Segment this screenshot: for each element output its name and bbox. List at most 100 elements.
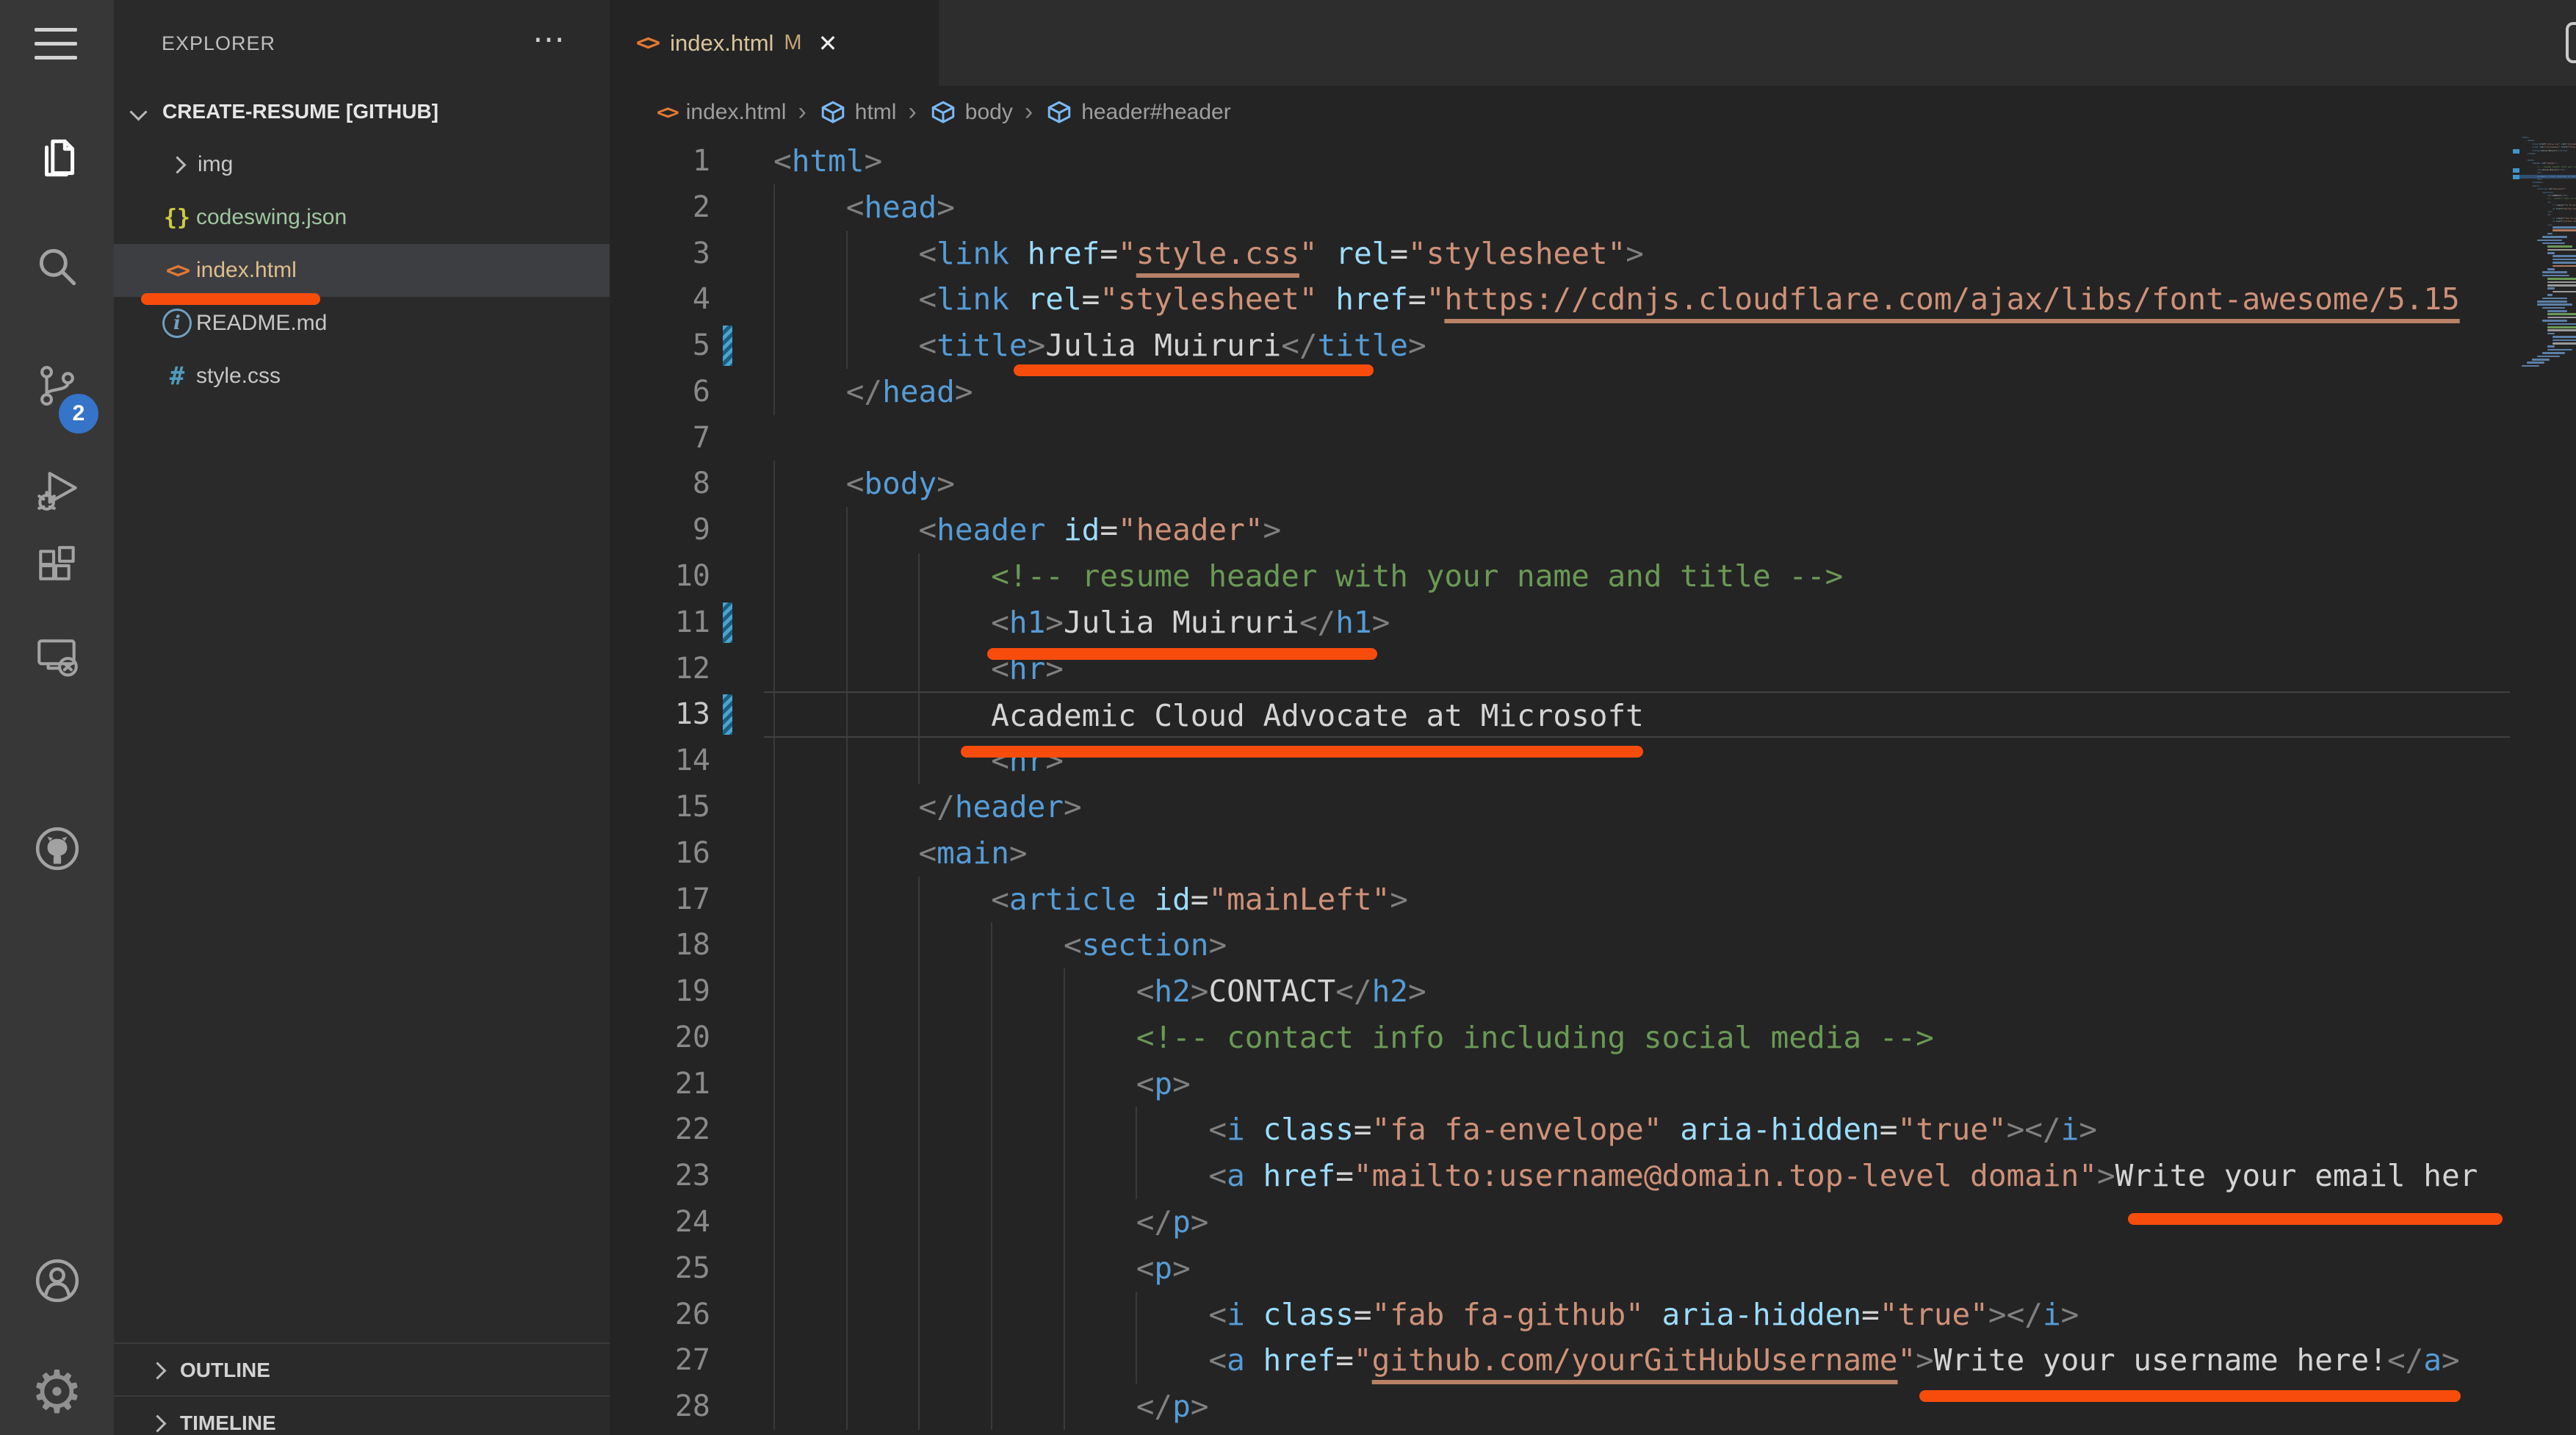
activity-item-explorer[interactable] <box>0 118 114 198</box>
close-icon[interactable]: ✕ <box>818 29 838 57</box>
code-line[interactable]: <!-- resume header with your name and ti… <box>764 553 2510 600</box>
minimap-line <box>2547 333 2555 335</box>
line-number[interactable]: 22 <box>610 1107 764 1153</box>
breadcrumb-item[interactable]: body <box>928 98 1013 127</box>
minimap-line <box>2522 365 2539 367</box>
code-line[interactable]: <i class="fa fa-envelope" aria-hidden="t… <box>764 1107 2510 1153</box>
line-number[interactable]: 26 <box>610 1292 764 1338</box>
line-number[interactable]: 18 <box>610 922 764 968</box>
activity-item-github[interactable] <box>0 808 114 889</box>
tree-item-style-css[interactable]: #style.css <box>114 350 610 403</box>
minimap[interactable]: <html> <head> <link href="style.css" rel… <box>2514 136 2576 650</box>
line-number[interactable]: 19 <box>610 968 764 1015</box>
tree-item-index-html[interactable]: <>index.htmlM <box>114 244 610 297</box>
code-line[interactable]: <p> <box>764 1061 2510 1107</box>
code-line[interactable]: Academic Cloud Advocate at Microsoft <box>764 691 2510 738</box>
editor-action-icon[interactable] <box>2566 22 2576 63</box>
line-number[interactable]: 1 <box>610 138 764 184</box>
code-line[interactable]: <a href="github.com/yourGitHubUsername">… <box>764 1337 2510 1384</box>
activity-item-run-debug[interactable] <box>0 450 114 531</box>
tree-root-folder[interactable]: CREATE-RESUME [GITHUB] <box>114 85 610 138</box>
line-number[interactable]: 9 <box>610 507 764 553</box>
minimap-line <box>2542 320 2567 322</box>
line-number[interactable]: 28 <box>610 1384 764 1430</box>
vscode-window: 2⚙ EXPLORER ⋯ CREATE-RESUME [GITHUB]img{… <box>0 0 2576 1435</box>
activity-item-search[interactable] <box>0 226 114 307</box>
code-line[interactable]: <head> <box>764 184 2510 231</box>
line-number[interactable]: 6 <box>610 369 764 415</box>
line-number[interactable]: 2 <box>610 184 764 231</box>
code-line[interactable]: <link rel="stylesheet" href="https://cdn… <box>764 276 2510 323</box>
activity-item-source-control[interactable]: 2 <box>0 345 114 426</box>
file-name: index.html <box>196 258 297 283</box>
activity-item-settings[interactable]: ⚙ <box>0 1352 114 1433</box>
section-timeline[interactable]: TIMELINE <box>114 1395 610 1435</box>
line-number[interactable]: 27 <box>610 1337 764 1384</box>
breadcrumb-item[interactable]: html <box>818 98 897 127</box>
indent-guide <box>773 1061 775 1107</box>
breadcrumb-item[interactable]: header#header <box>1045 98 1231 127</box>
tree-item-img[interactable]: img <box>114 138 610 191</box>
breadcrumb-item[interactable]: <>index.html <box>657 100 786 125</box>
indent-guide <box>773 877 775 923</box>
line-number[interactable]: 10 <box>610 553 764 600</box>
line-number[interactable]: 4 <box>610 276 764 323</box>
code-line[interactable]: <p> <box>764 1245 2510 1292</box>
highlight-annotation-bar <box>1014 364 1374 376</box>
indent-guide <box>918 1153 920 1199</box>
indent-guide <box>773 231 775 277</box>
line-number[interactable]: 16 <box>610 830 764 877</box>
tree-item-codeswing-json[interactable]: {}codeswing.jsonA <box>114 191 610 244</box>
code-line[interactable]: </header> <box>764 784 2510 830</box>
line-number[interactable]: 7 <box>610 415 764 461</box>
modified-line-indicator <box>723 603 732 643</box>
code-line[interactable]: <html> <box>764 138 2510 184</box>
code-line[interactable]: <header id="header"> <box>764 507 2510 553</box>
menu-icon[interactable] <box>35 28 77 70</box>
more-actions-icon[interactable]: ⋯ <box>533 21 565 58</box>
line-number[interactable]: 14 <box>610 738 764 784</box>
indent-guide <box>773 600 775 646</box>
section-outline[interactable]: OUTLINE <box>114 1342 610 1397</box>
code-line[interactable]: <h2>CONTACT</h2> <box>764 968 2510 1015</box>
code-line[interactable]: <article id="mainLeft"> <box>764 877 2510 923</box>
line-number[interactable]: 17 <box>610 877 764 923</box>
line-number[interactable]: 23 <box>610 1153 764 1199</box>
line-number[interactable]: 25 <box>610 1245 764 1292</box>
code-line[interactable]: <a href="mailto:username@domain.top-leve… <box>764 1153 2510 1199</box>
line-number[interactable]: 8 <box>610 461 764 507</box>
line-number[interactable]: 15 <box>610 784 764 830</box>
code-line[interactable]: <link href="style.css" rel="stylesheet"> <box>764 231 2510 277</box>
code-pane[interactable]: <html> <head> <link href="style.css" rel… <box>764 138 2510 1435</box>
indent-guide <box>846 784 848 830</box>
line-number[interactable]: 12 <box>610 646 764 692</box>
line-number[interactable]: 3 <box>610 231 764 277</box>
code-line[interactable] <box>764 415 2510 461</box>
activity-item-remote-explorer[interactable] <box>0 617 114 698</box>
code-line[interactable]: <main> <box>764 830 2510 877</box>
code-line[interactable]: <title>Julia Muiruri</title> <box>764 323 2510 369</box>
minimap-line <box>2547 345 2555 348</box>
indent-guide <box>846 1292 848 1338</box>
line-number[interactable]: 11 <box>610 600 764 646</box>
section-label: TIMELINE <box>180 1411 276 1435</box>
tab-index-html[interactable]: <> index.html M ✕ <box>610 0 939 86</box>
editor-gutter[interactable]: 1234567891011121314151617181920212223242… <box>610 138 764 1430</box>
minimap-line <box>2537 240 2562 242</box>
code-line[interactable]: <body> <box>764 461 2510 507</box>
indent-guide <box>918 600 920 646</box>
line-number[interactable]: 24 <box>610 1199 764 1245</box>
line-number[interactable]: 5 <box>610 323 764 369</box>
code-line[interactable]: <i class="fab fa-github" aria-hidden="tr… <box>764 1292 2510 1338</box>
line-number[interactable]: 13 <box>610 691 764 738</box>
code-line[interactable]: <hr> <box>764 738 2510 784</box>
code-line[interactable]: <h1>Julia Muiruri</h1> <box>764 600 2510 646</box>
code-line[interactable]: <!-- contact info including social media… <box>764 1015 2510 1061</box>
line-number[interactable]: 21 <box>610 1061 764 1107</box>
indent-guide <box>1136 1292 1137 1338</box>
code-line[interactable]: <section> <box>764 922 2510 968</box>
indent-guide <box>1136 1107 1137 1153</box>
activity-item-account[interactable] <box>0 1240 114 1321</box>
activity-item-extensions[interactable] <box>0 526 114 607</box>
line-number[interactable]: 20 <box>610 1015 764 1061</box>
